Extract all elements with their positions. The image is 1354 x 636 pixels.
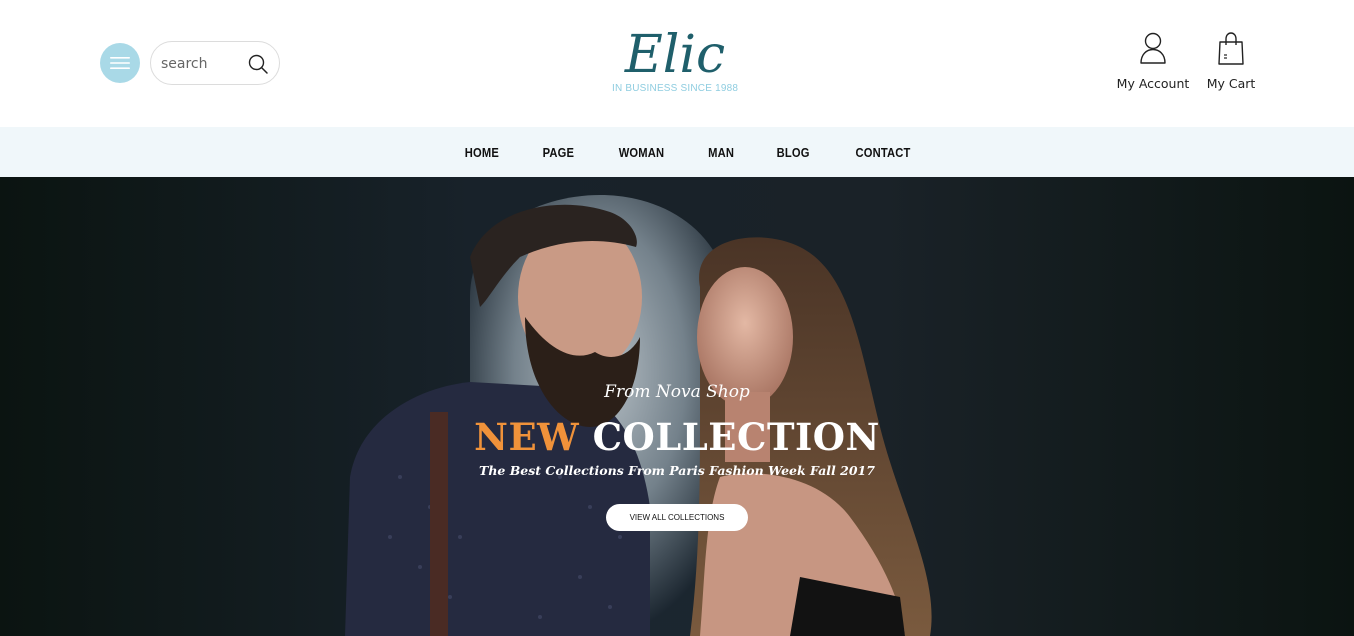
hamburger-icon [110,57,130,69]
hero-image [0,177,1354,636]
nav-list: HOME PAGE WOMAN MAN BLOG CONTACT [0,127,1354,177]
logo-wordmark-text: Elic [624,25,725,82]
hero-title: NEW COLLECTION [0,415,1354,459]
nav-item-home[interactable]: HOME [465,145,499,160]
hero-title-rest: COLLECTION [592,415,880,459]
my-account-label: My Account [1116,76,1190,91]
view-all-collections-button[interactable]: VIEW ALL COLLECTIONS [606,504,748,531]
nav-item-blog[interactable]: BLOG [777,145,810,160]
hero-title-accent: NEW [474,415,580,459]
nav-item-man[interactable]: MAN [708,145,734,160]
my-cart-label: My Cart [1206,76,1256,91]
my-cart-link[interactable]: My Cart [1202,30,1260,91]
logo-wordmark: Elic [624,25,725,82]
hero-subtitle: The Best Collections From Paris Fashion … [479,463,875,478]
menu-button[interactable] [100,43,140,83]
shopping-bag-icon [1218,32,1244,65]
site-logo[interactable]: Elic IN BUSINESS SINCE 1988 [612,14,738,100]
search-icon[interactable] [247,53,269,75]
my-account-link[interactable]: My Account [1112,30,1194,91]
main-nav: HOME PAGE WOMAN MAN BLOG CONTACT [0,127,1354,177]
nav-item-page[interactable]: PAGE [543,145,575,160]
search-box [150,41,280,85]
user-icon [1140,32,1166,64]
search-input[interactable] [161,53,245,75]
site-header: Elic IN BUSINESS SINCE 1988 My Account M… [0,0,1354,127]
logo-tagline: IN BUSINESS SINCE 1988 [612,83,739,94]
nav-item-woman[interactable]: WOMAN [619,145,665,160]
nav-item-contact[interactable]: CONTACT [855,145,910,160]
hero-pre-title: From Nova Shop [604,382,750,402]
hero-banner: From Nova Shop NEW COLLECTION The Best C… [0,177,1354,636]
